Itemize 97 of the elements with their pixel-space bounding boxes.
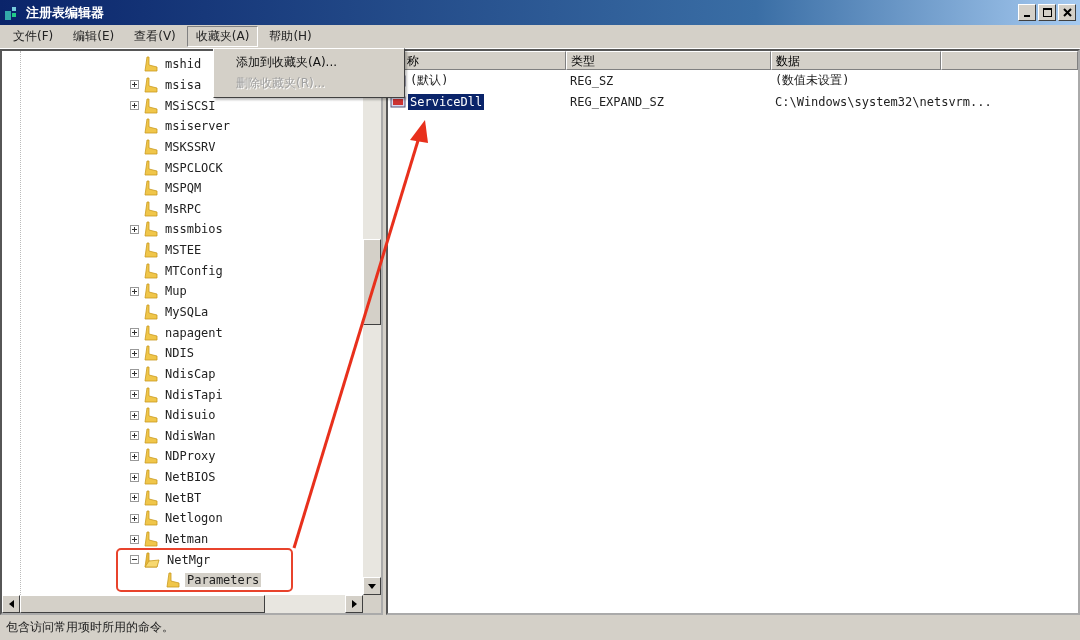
folder-icon <box>144 469 158 486</box>
expand-icon[interactable] <box>130 101 139 111</box>
column-header[interactable]: 数据 <box>771 51 941 70</box>
horizontal-scrollbar[interactable] <box>2 595 381 613</box>
folder-icon <box>144 159 158 176</box>
folder-icon <box>144 365 158 382</box>
window-title: 注册表编辑器 <box>26 3 104 22</box>
tree-item[interactable]: Ndisuio <box>163 408 218 423</box>
folder-icon <box>144 345 158 362</box>
scroll-right-button[interactable] <box>345 595 363 613</box>
menu-item[interactable]: 收藏夹(A) <box>186 26 259 47</box>
expand-icon[interactable] <box>130 493 139 503</box>
tree-item[interactable]: MSPCLOCK <box>163 160 225 175</box>
tree-item[interactable]: MSiSCSI <box>163 98 218 113</box>
value-data: C:\Windows\system32\netsvrm... <box>774 94 992 109</box>
expand-icon[interactable] <box>130 369 139 379</box>
menu-item[interactable]: 查看(V) <box>125 26 185 47</box>
folder-icon <box>144 56 158 73</box>
tree-item[interactable]: NDIS <box>163 346 196 361</box>
expand-icon[interactable] <box>130 534 139 544</box>
column-header[interactable]: 类型 <box>566 51 771 70</box>
folder-icon <box>144 531 158 548</box>
left-arrow-icon <box>8 600 14 608</box>
folder-icon <box>144 324 158 341</box>
expand-icon[interactable] <box>130 452 139 461</box>
expand-icon[interactable] <box>130 431 139 441</box>
close-button[interactable] <box>1058 4 1076 21</box>
folder-icon <box>144 242 158 259</box>
tree-item[interactable]: NDProxy <box>163 449 218 464</box>
tree-item[interactable]: msiserver <box>163 119 233 134</box>
folder-icon <box>144 262 158 279</box>
tree-item[interactable]: NetBIOS <box>163 470 218 485</box>
tree-item[interactable]: NdisWan <box>163 428 218 443</box>
tree-item[interactable]: NdisCap <box>163 366 218 381</box>
value-name[interactable]: (默认) <box>408 71 451 90</box>
right-arrow-icon <box>351 600 357 608</box>
tree-item[interactable]: MSTEE <box>163 243 204 258</box>
folder-icon <box>144 283 158 300</box>
folder-icon <box>166 572 180 589</box>
value-data: (数值未设置) <box>774 72 850 89</box>
folder-icon <box>144 118 158 135</box>
tree-item[interactable]: NetMgr <box>165 552 213 567</box>
value-name[interactable]: ServiceDll <box>408 93 485 110</box>
minimize-icon <box>1024 14 1030 17</box>
maximize-button[interactable] <box>1038 4 1056 21</box>
folder-icon <box>144 448 158 465</box>
folder-icon <box>144 200 158 217</box>
folder-icon <box>144 510 158 527</box>
folder-icon <box>144 221 158 238</box>
down-arrow-icon <box>368 583 376 589</box>
menu-item[interactable]: 文件(F) <box>4 26 63 47</box>
minimize-button[interactable] <box>1018 4 1036 21</box>
expand-icon[interactable] <box>130 410 139 420</box>
folder-icon <box>144 180 158 197</box>
folder-icon <box>144 138 158 155</box>
expand-icon[interactable] <box>130 224 139 234</box>
tree-item[interactable]: Netman <box>163 532 211 547</box>
status-text: 包含访问常用项时所用的命令。 <box>6 619 174 636</box>
folder-icon <box>144 407 158 424</box>
scrollbar-corner <box>363 595 381 613</box>
expand-icon[interactable] <box>130 513 139 523</box>
tree-item[interactable]: mssmbios <box>163 222 225 237</box>
folder-icon <box>144 489 158 506</box>
tree-item[interactable]: Mup <box>163 284 189 299</box>
scroll-thumb[interactable] <box>20 595 265 613</box>
tree-item[interactable]: napagent <box>163 325 225 340</box>
expand-icon[interactable] <box>130 348 139 358</box>
tree-item[interactable]: Netlogon <box>163 511 225 526</box>
collapse-icon[interactable] <box>130 555 139 565</box>
tree-item[interactable]: NetBT <box>163 490 204 505</box>
folder-icon <box>144 386 158 403</box>
tree-item[interactable]: MSKSSRV <box>163 139 218 154</box>
scroll-left-button[interactable] <box>2 595 20 613</box>
close-icon <box>1062 8 1072 17</box>
value-type: REG_SZ <box>569 73 615 88</box>
tree-item[interactable]: NdisTapi <box>163 387 225 402</box>
folder-icon <box>144 97 158 114</box>
menu-item[interactable]: 帮助(H) <box>260 26 321 47</box>
tree-item[interactable]: Parameters <box>185 573 262 588</box>
expand-icon[interactable] <box>130 328 139 338</box>
tree-item[interactable]: MTConfig <box>163 263 225 278</box>
folder-icon <box>144 427 158 444</box>
tree-item[interactable]: mshid <box>163 57 204 72</box>
expand-icon[interactable] <box>130 472 139 482</box>
value-type: REG_EXPAND_SZ <box>569 94 665 109</box>
tree-item[interactable]: MySQLa <box>163 305 211 319</box>
expand-icon[interactable] <box>130 286 139 296</box>
tree-item[interactable]: MSPQM <box>163 181 204 196</box>
folder-icon <box>144 76 158 93</box>
folder-icon <box>144 304 158 320</box>
expand-icon[interactable] <box>130 80 139 90</box>
tree-item[interactable]: msisa <box>163 77 204 92</box>
expand-icon[interactable] <box>130 390 139 400</box>
maximize-icon <box>1042 8 1052 17</box>
tree-item[interactable]: MsRPC <box>163 201 204 216</box>
scroll-down-button[interactable] <box>363 577 381 595</box>
menu-item[interactable]: 编辑(E) <box>64 26 124 47</box>
